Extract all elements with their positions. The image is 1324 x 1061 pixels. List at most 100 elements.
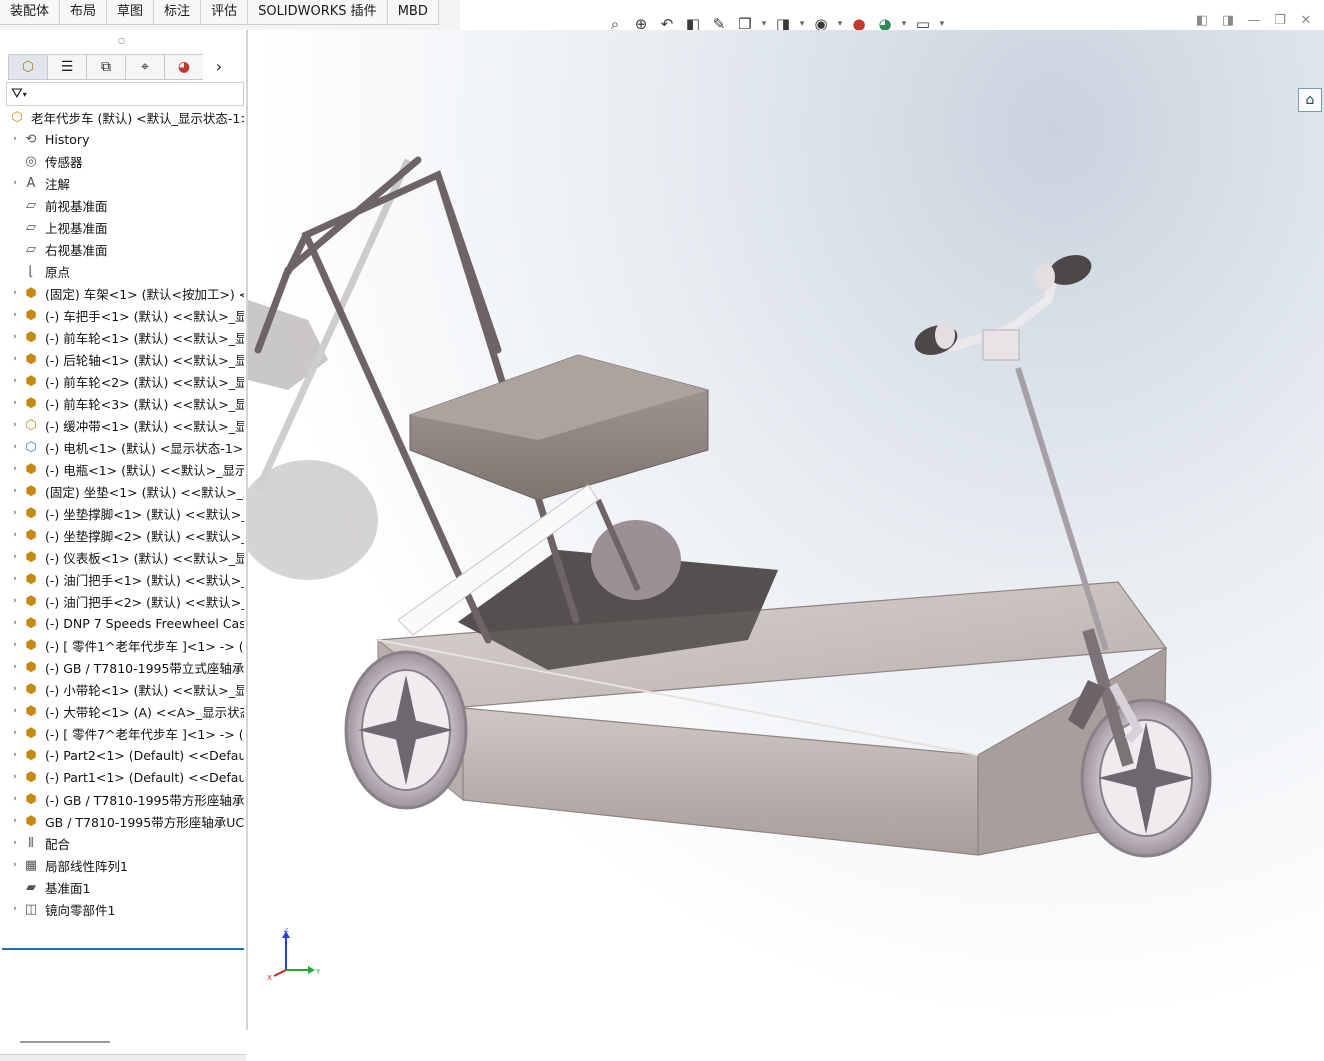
tree-item[interactable]: › ⬢ (-) Part2<1> (Default) <<Default (0, 744, 244, 766)
expand-arrow-icon[interactable]: › (8, 904, 22, 914)
tree-item[interactable]: › ⟲ History (0, 128, 244, 150)
tree-item[interactable]: › ⬢ (-) 坐垫撑脚<2> (默认) <<默认>_显 (0, 524, 244, 546)
tree-item[interactable]: › ⫴ 配合 (0, 832, 244, 854)
tree-item[interactable]: ▱ 右视基准面 (0, 238, 244, 260)
minimize-icon[interactable]: — (1246, 12, 1262, 28)
tab-assembly[interactable]: 装配体 (0, 0, 61, 25)
tree-item[interactable]: › ⬡ (-) 缓冲带<1> (默认) <<默认>_显示 (0, 414, 244, 436)
expand-arrow-icon[interactable]: › (8, 178, 22, 188)
home-icon[interactable]: ⌂ (1298, 88, 1322, 112)
filter-icon[interactable]: ⛛ (11, 86, 23, 102)
tree-filter[interactable]: ⛛ ▾ (6, 82, 244, 106)
tree-item[interactable]: › ⬢ (-) 油门把手<1> (默认) <<默认>_显 (0, 568, 244, 590)
tree-item[interactable]: › ◫ 镜向零部件1 (0, 898, 244, 920)
tree-item-label: 镜向零部件1 (45, 902, 116, 918)
tree-item-label: (-) 坐垫撑脚<1> (默认) <<默认>_显 (45, 506, 244, 522)
part-icon: ⬢ (25, 681, 37, 697)
expand-arrow-icon[interactable]: › (8, 486, 22, 496)
part-icon: ⬢ (25, 593, 37, 609)
expand-arrow-icon[interactable]: › (8, 530, 22, 540)
graphics-area[interactable]: ⌂ (248, 30, 1324, 1030)
expand-arrow-icon[interactable]: › (8, 640, 22, 650)
tree-item[interactable]: › ⬢ (-) 大带轮<1> (A) <<A>_显示状态 (0, 700, 244, 722)
expand-arrow-icon[interactable]: › (8, 442, 22, 452)
expand-arrow-icon[interactable]: › (8, 420, 22, 430)
tree-item[interactable]: › ⬢ (-) GB / T7810-1995带方形座轴承U (0, 788, 244, 810)
tree-item[interactable]: › ⬢ (固定) 坐垫<1> (默认) <<默认>_显 (0, 480, 244, 502)
tree-root[interactable]: ⬡ 老年代步车 (默认) <默认_显示状态-1> (0, 106, 244, 128)
expand-arrow-icon[interactable]: › (8, 838, 22, 848)
tree-item[interactable]: › ⬢ (-) 前车轮<2> (默认) <<默认>_显示 (0, 370, 244, 392)
tile-left-icon[interactable]: ◧ (1194, 12, 1210, 28)
expand-arrow-icon[interactable]: › (8, 750, 22, 760)
tree-item[interactable]: › ⬢ (-) 仪表板<1> (默认) <<默认>_显示 (0, 546, 244, 568)
chevron-right-icon[interactable]: › (207, 54, 231, 78)
tree-item[interactable]: ▰ 基准面1 (0, 876, 244, 898)
tree-item[interactable]: › ⬢ (固定) 车架<1> (默认<按加工>) < (0, 282, 244, 304)
expand-arrow-icon[interactable]: › (8, 706, 22, 716)
mobility-scooter-model[interactable] (248, 30, 1324, 1030)
propertymanager-icon[interactable]: ☰ (47, 54, 86, 80)
tab-sketch[interactable]: 草图 (107, 0, 155, 25)
tree-item[interactable]: › ⬢ (-) 前车轮<1> (默认) <<默认>_显示 (0, 326, 244, 348)
expand-arrow-icon[interactable]: › (8, 288, 22, 298)
tree-item[interactable]: › ⬢ GB / T7810-1995带方形座轴承UCF (0, 810, 244, 832)
tree-item[interactable]: › ⬢ (-) [ 零件1^老年代步车 ]<1> -> (默 (0, 634, 244, 656)
expand-arrow-icon[interactable]: › (8, 794, 22, 804)
tab-markup[interactable]: 标注 (154, 0, 202, 25)
tab-mbd[interactable]: MBD (387, 0, 439, 25)
expand-arrow-icon[interactable]: › (8, 860, 22, 870)
close-icon[interactable]: ✕ (1298, 12, 1314, 28)
tree-item[interactable]: ⌊ 原点 (0, 260, 244, 282)
expand-arrow-icon[interactable]: › (8, 596, 22, 606)
triad-x-label: X (267, 974, 272, 982)
rollback-bar[interactable] (2, 948, 244, 950)
configurationmanager-icon[interactable]: ⧉ (86, 54, 125, 80)
tree-item[interactable]: ◎ 传感器 (0, 150, 244, 172)
featuremanager-icon[interactable]: ⬡ (8, 54, 47, 80)
tree-item[interactable]: › ⬢ (-) 坐垫撑脚<1> (默认) <<默认>_显 (0, 502, 244, 524)
tree-item[interactable]: › ⬢ (-) 电瓶<1> (默认) <<默认>_显示状 (0, 458, 244, 480)
expand-arrow-icon[interactable]: › (8, 552, 22, 562)
expand-arrow-icon[interactable]: › (8, 376, 22, 386)
expand-arrow-icon[interactable]: › (8, 134, 22, 144)
horizontal-scrollbar[interactable] (20, 1041, 110, 1043)
expand-arrow-icon[interactable]: › (8, 354, 22, 364)
restore-icon[interactable]: ❐ (1272, 12, 1288, 28)
tree-item[interactable]: › ⬢ (-) 后轮轴<1> (默认) <<默认>_显示 (0, 348, 244, 370)
tree-item[interactable]: › ⬢ (-) GB / T7810-1995带立式座轴承U (0, 656, 244, 678)
expand-arrow-icon[interactable]: › (8, 310, 22, 320)
tile-right-icon[interactable]: ◨ (1220, 12, 1236, 28)
expand-arrow-icon[interactable]: › (8, 398, 22, 408)
tab-layout[interactable]: 布局 (60, 0, 108, 25)
expand-arrow-icon[interactable]: › (8, 332, 22, 342)
tree-item[interactable]: › ⬢ (-) DNP 7 Speeds Freewheel Cass (0, 612, 244, 634)
expand-arrow-icon[interactable]: › (8, 728, 22, 738)
display-manager-icon[interactable]: ◕ (164, 54, 203, 80)
tree-item[interactable]: › ⬢ (-) 油门把手<2> (默认) <<默认>_显 (0, 590, 244, 612)
tree-item[interactable]: ▱ 上视基准面 (0, 216, 244, 238)
expand-arrow-icon[interactable]: › (8, 508, 22, 518)
tree-item[interactable]: › ⬡ (-) 电机<1> (默认) <显示状态-1> (0, 436, 244, 458)
expand-arrow-icon[interactable]: › (8, 772, 22, 782)
tree-item[interactable]: › ▦ 局部线性阵列1 (0, 854, 244, 876)
tree-item[interactable]: › ⬢ (-) 前车轮<3> (默认) <<默认>_显示 (0, 392, 244, 414)
tree-item[interactable]: › ⬢ (-) 车把手<1> (默认) <<默认>_显示 (0, 304, 244, 326)
tree-item-label: (-) 仪表板<1> (默认) <<默认>_显示 (45, 550, 244, 566)
tree-item[interactable]: › ⬢ (-) [ 零件7^老年代步车 ]<1> -> (默 (0, 722, 244, 744)
tree-item[interactable]: › ⬢ (-) 小带轮<1> (默认) <<默认>_显示 (0, 678, 244, 700)
tab-evaluate[interactable]: 评估 (201, 0, 249, 25)
chassis-side (462, 707, 979, 856)
panel-grip[interactable]: ○ (118, 36, 125, 45)
expand-arrow-icon[interactable]: › (8, 684, 22, 694)
tree-item[interactable]: ▱ 前视基准面 (0, 194, 244, 216)
tree-item[interactable]: › ⬢ (-) Part1<1> (Default) <<Default (0, 766, 244, 788)
expand-arrow-icon[interactable]: › (8, 662, 22, 672)
expand-arrow-icon[interactable]: › (8, 816, 22, 826)
expand-arrow-icon[interactable]: › (8, 574, 22, 584)
tab-solidworks-addins[interactable]: SOLIDWORKS 插件 (248, 0, 388, 25)
expand-arrow-icon[interactable]: › (8, 464, 22, 474)
dimxpert-icon[interactable]: ⌖ (125, 54, 164, 80)
expand-arrow-icon[interactable]: › (8, 618, 22, 628)
tree-item[interactable]: › A 注解 (0, 172, 244, 194)
